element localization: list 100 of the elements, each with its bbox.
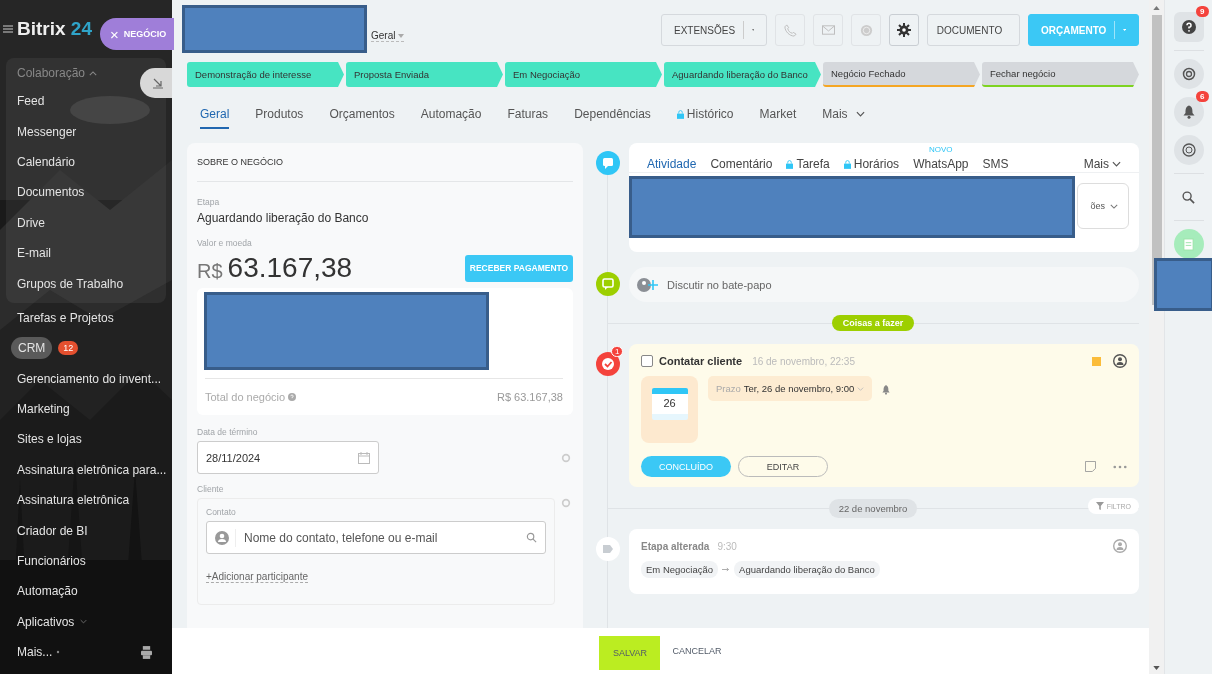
menu-item[interactable]: Calendário (17, 154, 76, 169)
bell-icon[interactable] (882, 385, 891, 395)
arrow-up-icon[interactable] (1153, 6, 1160, 10)
stage-chip: Aguardando liberação do Banco (734, 561, 880, 578)
section-badge: Coisas a fazer (831, 315, 915, 331)
help-icon (1181, 20, 1196, 34)
menu-item[interactable]: Tarefas e Projetos (17, 310, 114, 325)
coin-icon (859, 23, 873, 37)
copilot-button[interactable] (1173, 59, 1204, 89)
search-icon (1182, 190, 1195, 204)
composer-tab[interactable]: Atividade (647, 157, 697, 172)
composer-tab[interactable]: WhatsApp (913, 157, 969, 172)
deadline-selector[interactable]: Prazo Ter, 26 de novembro, 9:00 (708, 376, 873, 401)
composer-tab[interactable]: Comentário (710, 157, 773, 172)
menu-group-header[interactable]: Colaboração (6, 58, 109, 86)
total-value: R$ 63.167,38 (496, 391, 563, 403)
add-participant-link[interactable]: +Adicionar participante (206, 571, 308, 583)
redaction-block (1154, 258, 1212, 311)
caret-icon (1122, 28, 1126, 32)
extensions-button[interactable]: EXTENSÕES (661, 14, 767, 46)
task-title: Contatar cliente (659, 355, 743, 367)
field-label: Etapa (197, 197, 221, 207)
stage-step[interactable]: Em Negociação (505, 62, 662, 87)
flag-icon (1092, 356, 1101, 366)
composer-tab[interactable]: SMS (982, 157, 1009, 172)
menu-item[interactable]: Mais... (17, 645, 53, 660)
checkbox[interactable] (641, 355, 653, 367)
menu-item[interactable]: Messenger (17, 124, 77, 139)
coin-icon (1181, 143, 1196, 157)
amount: 63.167,38 (227, 252, 353, 284)
notifications-button[interactable] (1173, 97, 1204, 127)
coin-button[interactable] (1173, 135, 1204, 165)
composer-tab[interactable]: Horários (843, 157, 900, 172)
date-field[interactable]: 28/11/2024 (197, 441, 379, 474)
menu-item[interactable]: Gerenciamento do invent... (17, 371, 162, 386)
save-button[interactable]: SALVAR (599, 636, 661, 670)
document-button[interactable]: DOCUMENTO (927, 14, 1020, 46)
stage-step[interactable]: Fechar negócio (982, 62, 1139, 87)
menu-item[interactable]: Drive (17, 215, 45, 230)
more-icon[interactable] (1113, 464, 1127, 469)
tab[interactable]: Mais (822, 101, 865, 129)
document-icon (1183, 237, 1194, 251)
help-button[interactable] (1173, 12, 1204, 42)
tab[interactable]: Orçamentos (329, 101, 395, 129)
chat-bubble-icon (595, 271, 621, 297)
menu-item[interactable]: Funcionários (17, 554, 86, 569)
menu-item[interactable]: Assinatura eletrônica (17, 493, 130, 508)
tab[interactable]: Dependências (574, 101, 651, 129)
tab[interactable]: Faturas (507, 101, 549, 129)
stage-step[interactable]: Negócio Fechado (823, 62, 980, 87)
arrow-down-icon[interactable] (1153, 666, 1160, 670)
menu-item[interactable]: Sites e lojas (17, 432, 82, 447)
filter-icon (1095, 502, 1104, 510)
stage-step[interactable]: Aguardando liberação do Banco (664, 62, 821, 87)
menu-item[interactable]: Grupos de Trabalho (17, 276, 124, 291)
menu-item[interactable]: Documentos (17, 185, 85, 200)
menu-item[interactable]: Feed (17, 94, 45, 109)
tab[interactable]: Market (759, 101, 797, 129)
caret-icon (751, 28, 754, 32)
field-value: Aguardando liberação do Banco (197, 211, 370, 225)
composer-tab[interactable]: Tarefa (786, 157, 830, 172)
add-user-icon (637, 276, 659, 293)
gear-icon (897, 23, 911, 37)
text-input[interactable]: Nome do contato, telefone ou e-mail (242, 529, 520, 546)
collapse-button[interactable] (140, 68, 172, 98)
stage-step[interactable]: Demonstração de interesse (187, 62, 344, 87)
bell-icon (1182, 105, 1195, 119)
more-menu[interactable]: Mais (1083, 157, 1121, 172)
count-badge: 12 (58, 341, 79, 356)
search-icon (526, 532, 537, 543)
chat-prompt[interactable]: Discutir no bate-papo (629, 267, 1139, 302)
menu-item[interactable]: Aplicativos (17, 614, 75, 629)
menu-icon[interactable] (3, 24, 13, 34)
view-menu[interactable]: Geral (371, 30, 405, 42)
contact-search-field[interactable]: Nome do contato, telefone ou e-mail (206, 521, 546, 554)
task-check-icon (595, 351, 621, 377)
dropdown[interactable]: ões (1077, 183, 1129, 229)
tab[interactable]: Histórico (676, 101, 734, 129)
menu-item[interactable]: E-mail (17, 246, 51, 261)
chevron-down-icon (80, 619, 88, 625)
event-title: Etapa alterada (641, 540, 710, 552)
cancel-button[interactable]: CANCELAR (672, 646, 722, 656)
tab[interactable]: Geral (200, 101, 230, 129)
menu-item[interactable]: Criador de BI (17, 523, 88, 538)
phone-icon (783, 23, 797, 37)
note-icon[interactable] (1085, 461, 1096, 472)
tab[interactable]: Produtos (255, 101, 304, 129)
stage-step[interactable]: Proposta Enviada (346, 62, 503, 87)
document-button[interactable] (1173, 229, 1204, 259)
tab[interactable]: Automação (420, 101, 482, 129)
lock-icon (843, 159, 851, 169)
settings-button[interactable] (889, 14, 919, 46)
calendar-icon: 26 (641, 376, 698, 443)
lock-icon (786, 159, 794, 169)
menu-item[interactable]: CRM (11, 337, 53, 360)
menu-item[interactable]: Automação (17, 584, 78, 599)
menu-item[interactable]: Marketing (17, 402, 70, 417)
menu-item[interactable]: Assinatura eletrônica para... (17, 462, 167, 477)
user-icon (1113, 354, 1127, 368)
mail-icon (821, 25, 835, 35)
